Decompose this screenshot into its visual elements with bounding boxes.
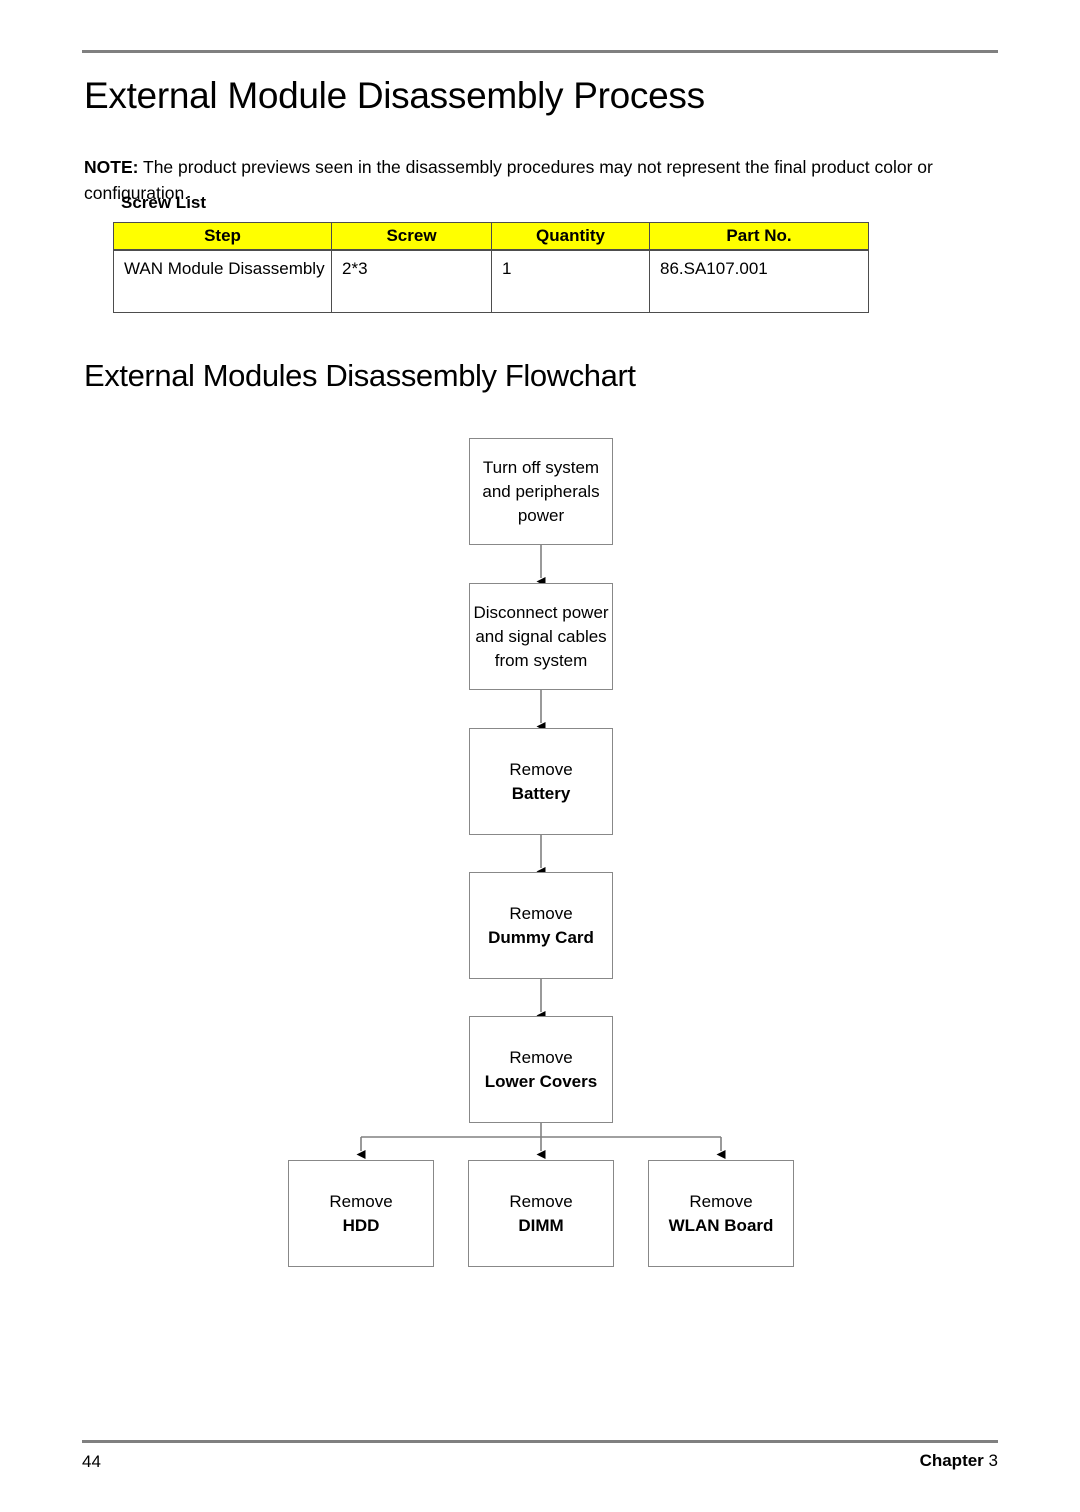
- footer-chapter-number: 3: [988, 1451, 998, 1470]
- note-label: NOTE:: [84, 156, 139, 177]
- flow-node-label: Remove: [509, 759, 573, 779]
- document-page: External Module Disassembly Process NOTE…: [0, 0, 1080, 1512]
- note-paragraph: NOTE: The product previews seen in the d…: [84, 154, 984, 206]
- footer-chapter-label: Chapter: [919, 1451, 984, 1470]
- flow-node-remove-dimm[interactable]: Remove DIMM: [468, 1160, 614, 1267]
- flow-node-target: Lower Covers: [484, 1071, 598, 1091]
- table-header-row: Step Screw Quantity Part No.: [113, 222, 869, 251]
- flow-node-remove-dummy-card[interactable]: Remove Dummy Card: [469, 872, 613, 979]
- page-title: External Module Disassembly Process: [84, 75, 705, 116]
- cell-step: WAN Module Disassembly: [113, 249, 332, 313]
- header-divider: [82, 50, 998, 53]
- flow-node-label: Disconnect power and signal cables from …: [473, 602, 609, 670]
- footer-divider: [82, 1440, 998, 1443]
- flow-node-target: Dummy Card: [488, 927, 594, 947]
- flow-node-remove-hdd[interactable]: Remove HDD: [288, 1160, 434, 1267]
- screw-list-label: Screw List: [121, 193, 207, 212]
- column-header-screw: Screw: [331, 222, 492, 251]
- flow-node-remove-wlan-board[interactable]: Remove WLAN Board: [648, 1160, 794, 1267]
- flow-node-label: Remove: [509, 1191, 573, 1211]
- flow-node-target: Battery: [511, 783, 571, 803]
- column-header-quantity: Quantity: [491, 222, 650, 251]
- flow-node-target: DIMM: [518, 1215, 564, 1235]
- flow-node-remove-lower-covers[interactable]: Remove Lower Covers: [469, 1016, 613, 1123]
- flowchart-title: External Modules Disassembly Flowchart: [84, 358, 636, 393]
- footer-page-number: 44: [82, 1452, 101, 1471]
- flow-node-label: Remove: [509, 1047, 573, 1067]
- column-header-step: Step: [113, 222, 332, 251]
- table-row: WAN Module Disassembly 2*3 1 86.SA107.00…: [113, 249, 869, 313]
- cell-partno: 86.SA107.001: [649, 249, 869, 313]
- screw-list-table: Step Screw Quantity Part No. WAN Module …: [113, 222, 869, 313]
- cell-screw: 2*3: [331, 249, 492, 313]
- column-header-partno: Part No.: [649, 222, 869, 251]
- flow-node-label: Remove: [329, 1191, 393, 1211]
- cell-quantity: 1: [491, 249, 650, 313]
- note-text: The product previews seen in the disasse…: [84, 156, 933, 203]
- flow-node-label: Remove: [689, 1191, 753, 1211]
- flow-node-label: Turn off system and peripherals power: [482, 457, 600, 525]
- flow-node-remove-battery[interactable]: Remove Battery: [469, 728, 613, 835]
- flow-node-power-off[interactable]: Turn off system and peripherals power: [469, 438, 613, 545]
- flow-node-disconnect[interactable]: Disconnect power and signal cables from …: [469, 583, 613, 690]
- flow-node-target: HDD: [342, 1215, 380, 1235]
- flow-node-label: Remove: [509, 903, 573, 923]
- flow-node-target: WLAN Board: [668, 1215, 774, 1235]
- footer-chapter: Chapter 3: [920, 1450, 998, 1472]
